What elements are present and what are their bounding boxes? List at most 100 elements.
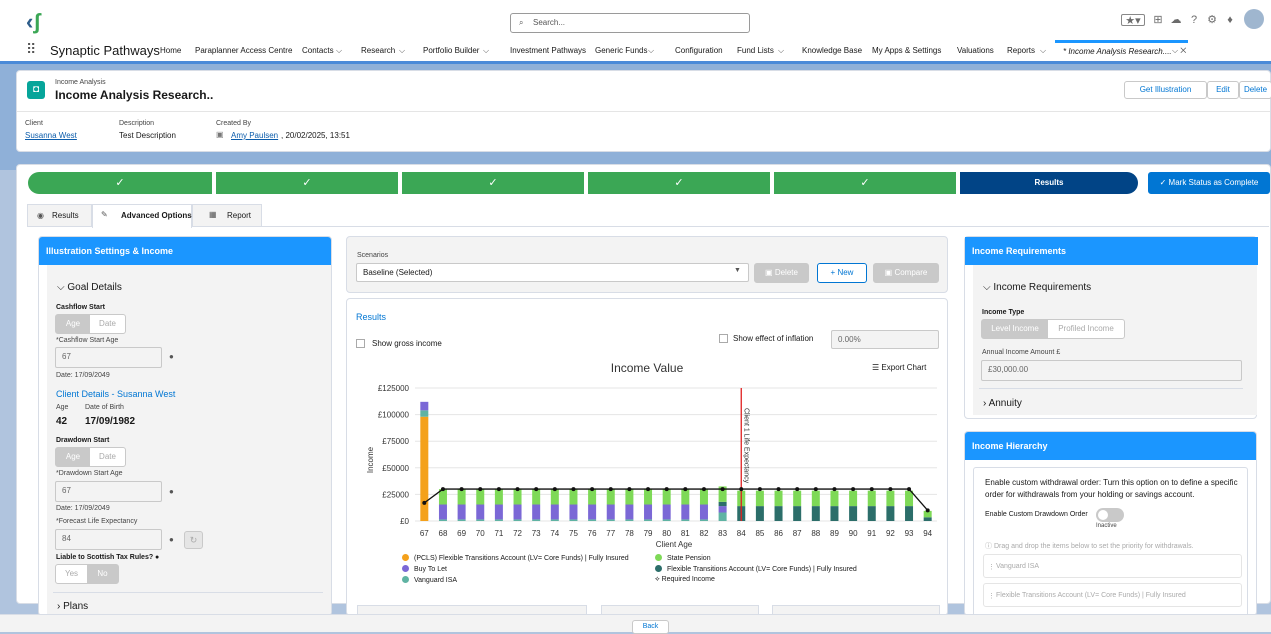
age-option[interactable]: Age — [56, 448, 90, 466]
tab-income-analysis[interactable]: * Income Analysis Research.... ⌵ ✕ — [1055, 40, 1188, 61]
drawdown-start-toggle[interactable]: Age Date — [55, 447, 126, 467]
export-chart-button[interactable]: ☰ Export Chart — [872, 363, 926, 372]
results-heading: Results — [356, 312, 387, 322]
chevron-down-icon[interactable]: ⌵ — [648, 46, 654, 56]
cashflow-start-age-input[interactable]: 67 — [55, 347, 162, 368]
cashflow-start-toggle[interactable]: Age Date — [55, 314, 126, 334]
legend-item[interactable]: (PCLS) Flexible Transitions Account (LV=… — [402, 554, 629, 562]
income-requirements-panel: Income Requirements ⌵ Income Requirement… — [964, 236, 1258, 419]
date-option[interactable]: Date — [90, 448, 125, 466]
chevron-down-icon[interactable]: ⌵ — [483, 46, 489, 56]
nav-item-knowledge-base[interactable]: Knowledge Base — [802, 46, 862, 55]
global-search-input[interactable]: ⌕ Search... — [510, 13, 750, 33]
nav-item-paraplanner[interactable]: Paraplanner Access Centre — [195, 46, 292, 55]
forecast-life-input[interactable]: 84 — [55, 529, 162, 550]
trailhead-icon[interactable]: ☁ — [1170, 14, 1182, 26]
drag-handle-icon[interactable]: ⋮ — [988, 563, 995, 571]
nav-item-fund-lists[interactable]: Fund Lists — [737, 46, 774, 55]
created-by-link[interactable]: Amy Paulsen — [231, 131, 278, 140]
org-logo[interactable]: ‹ʃ — [26, 11, 41, 33]
tab-results[interactable]: ◉ Results — [27, 204, 92, 227]
hierarchy-item[interactable]: ⋮ Flexible Transitions Account (LV= Core… — [983, 583, 1242, 607]
edit-button[interactable]: Edit — [1207, 81, 1239, 99]
no-option[interactable]: No — [87, 565, 118, 583]
path-step-3[interactable]: ✓ — [402, 172, 584, 194]
avatar[interactable] — [1244, 9, 1264, 29]
info-icon[interactable]: ● — [169, 352, 174, 361]
x-tick-label: 79 — [644, 529, 653, 538]
age-option[interactable]: Age — [56, 315, 90, 333]
app-launcher-icon[interactable]: ⠿ — [26, 42, 40, 56]
refresh-icon[interactable]: ↻ — [184, 531, 203, 549]
chevron-down-icon[interactable]: ⌵ — [399, 46, 405, 56]
notifications-icon[interactable]: ♦ — [1224, 14, 1236, 26]
drawdown-start-age-input[interactable]: 67 — [55, 481, 162, 502]
new-scenario-button[interactable]: + New — [817, 263, 867, 283]
help-icon[interactable]: ? — [1188, 14, 1200, 26]
legend-item[interactable]: Vanguard ISA — [402, 576, 457, 584]
created-date: , 20/02/2025, 13:51 — [281, 131, 350, 140]
legend-item[interactable]: ⟡ Required Income — [655, 576, 715, 584]
info-icon[interactable]: ● — [169, 487, 174, 496]
add-icon[interactable]: ⊞ — [1152, 14, 1164, 26]
info-icon[interactable]: ● — [169, 535, 174, 544]
favorites-icon[interactable]: ★▾ — [1121, 14, 1145, 27]
custom-drawdown-toggle[interactable] — [1096, 508, 1124, 522]
nav-item-home[interactable]: Home — [160, 46, 181, 55]
date-option[interactable]: Date — [90, 315, 125, 333]
plans-toggle[interactable]: › Plans — [57, 601, 88, 612]
drawdown-start-age-label: *Drawdown Start Age — [56, 470, 123, 477]
drag-handle-icon[interactable]: ⋮ — [988, 592, 995, 600]
compare-button[interactable]: ▣ Compare — [873, 263, 939, 283]
profiled-income-option[interactable]: Profiled Income — [1048, 320, 1124, 338]
inflation-input[interactable]: 0.00% — [831, 330, 939, 349]
tab-report[interactable]: ▦ Report — [192, 204, 262, 227]
level-income-option[interactable]: Level Income — [982, 320, 1048, 338]
bar-segment — [569, 504, 578, 520]
mark-status-complete-button[interactable]: ✓ Mark Status as Complete — [1148, 172, 1270, 194]
bar-segment — [644, 489, 653, 505]
show-inflation-checkbox[interactable] — [719, 334, 728, 343]
nav-item-reports[interactable]: Reports — [1007, 46, 1035, 55]
legend-item[interactable]: Buy To Let — [402, 565, 447, 573]
close-icon[interactable]: ⌵ ✕ — [1172, 46, 1186, 56]
annual-income-input[interactable]: £30,000.00 — [981, 360, 1242, 381]
goal-details-toggle[interactable]: ⌵ Goal Details — [57, 282, 122, 293]
y-tick-label: £0 — [400, 517, 409, 526]
legend-item[interactable]: Flexible Transitions Account (LV= Core F… — [655, 565, 857, 573]
path-step-4[interactable]: ✓ — [588, 172, 770, 194]
show-gross-checkbox[interactable] — [356, 339, 365, 348]
scottish-tax-toggle[interactable]: Yes No — [55, 564, 119, 584]
chevron-down-icon[interactable]: ⌵ — [336, 46, 342, 56]
hierarchy-item[interactable]: ⋮ Vanguard ISA — [983, 554, 1242, 578]
chevron-down-icon[interactable]: ⌵ — [778, 46, 784, 56]
bar-segment — [849, 506, 858, 521]
delete-button[interactable]: Delete — [1239, 81, 1271, 99]
bar-segment — [476, 504, 485, 520]
nav-item-portfolio-builder[interactable]: Portfolio Builder — [423, 46, 479, 55]
scenario-select[interactable]: Baseline (Selected) — [356, 263, 749, 282]
client-link[interactable]: Susanna West — [25, 131, 77, 140]
nav-item-my-apps[interactable]: My Apps & Settings — [872, 46, 941, 55]
nav-item-contacts[interactable]: Contacts — [302, 46, 334, 55]
path-step-5[interactable]: ✓ — [774, 172, 956, 194]
nav-item-research[interactable]: Research — [361, 46, 395, 55]
path-step-2[interactable]: ✓ — [216, 172, 398, 194]
get-illustration-button[interactable]: Get Illustration — [1124, 81, 1207, 99]
annuity-toggle[interactable]: › Annuity — [983, 398, 1022, 409]
legend-item[interactable]: State Pension — [655, 554, 711, 562]
path-step-results[interactable]: Results — [960, 172, 1138, 194]
delete-scenario-button[interactable]: ▣ Delete — [754, 263, 809, 283]
chevron-down-icon[interactable]: ⌵ — [1040, 46, 1046, 56]
nav-item-configuration[interactable]: Configuration — [675, 46, 723, 55]
income-type-toggle[interactable]: Level Income Profiled Income — [981, 319, 1125, 339]
path-step-1[interactable]: ✓ — [28, 172, 212, 194]
nav-item-valuations[interactable]: Valuations — [957, 46, 994, 55]
nav-item-investment-pathways[interactable]: Investment Pathways — [510, 46, 586, 55]
yes-option[interactable]: Yes — [56, 565, 87, 583]
nav-item-generic-funds[interactable]: Generic Funds — [595, 46, 647, 55]
tab-advanced-options[interactable]: ✎ Advanced Options — [92, 204, 192, 228]
chevron-down-icon: ▼ — [734, 267, 741, 274]
gear-icon[interactable]: ⚙ — [1206, 14, 1218, 26]
income-requirements-toggle[interactable]: ⌵ Income Requirements — [983, 282, 1091, 293]
